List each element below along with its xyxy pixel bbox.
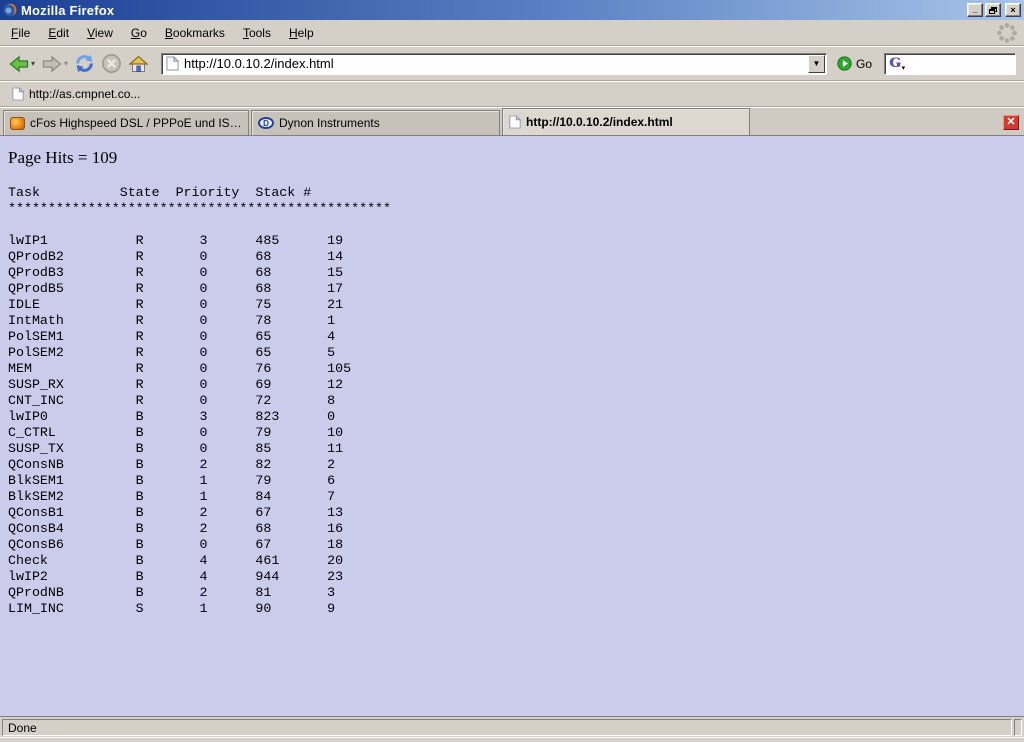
stop-icon: [101, 53, 122, 74]
close-tab-icon: ✕: [1006, 116, 1015, 128]
search-input[interactable]: G ▾: [884, 53, 1016, 75]
bookmark-label: http://as.cmpnet.co...: [29, 87, 140, 101]
home-button[interactable]: [126, 53, 151, 75]
task-table: Task State Priority Stack # ************…: [8, 185, 1024, 617]
navigation-toolbar: ▾ ▾ http://10.0.10.2/index.html ▼ Go G ▾: [0, 46, 1024, 81]
tab-label: Dynon Instruments: [279, 116, 380, 130]
tab-index-html-active[interactable]: http://10.0.10.2/index.html: [502, 108, 750, 135]
page-icon: [509, 115, 521, 129]
stop-button[interactable]: [99, 51, 124, 76]
menu-file[interactable]: File: [2, 23, 39, 43]
page-icon: [12, 87, 24, 101]
menu-view[interactable]: View: [78, 23, 122, 43]
restore-icon: [989, 7, 997, 14]
resize-grip[interactable]: [1014, 719, 1022, 736]
bookmark-item[interactable]: http://as.cmpnet.co...: [8, 85, 144, 103]
back-icon: [8, 55, 30, 73]
url-input[interactable]: http://10.0.10.2/index.html: [184, 56, 826, 71]
go-button[interactable]: Go: [833, 54, 876, 73]
minimize-icon: _: [972, 5, 977, 14]
page-content: Page Hits = 109 Task State Priority Stac…: [0, 136, 1024, 716]
forward-dropdown-icon[interactable]: ▾: [64, 59, 68, 68]
go-icon: [837, 56, 852, 71]
back-button[interactable]: ▾: [6, 53, 37, 75]
minimize-button[interactable]: _: [967, 3, 983, 17]
title-bar[interactable]: Mozilla Firefox _ ×: [0, 0, 1024, 20]
throbber-icon: [996, 22, 1018, 44]
status-bar: Done: [0, 716, 1024, 737]
firefox-window: Mozilla Firefox _ × File Edit View Go Bo…: [0, 0, 1024, 742]
page-hits-text: Page Hits = 109: [8, 148, 1024, 168]
tab-cfos[interactable]: cFos Highspeed DSL / PPPoE und ISDN CAP.…: [3, 110, 249, 135]
back-dropdown-icon[interactable]: ▾: [31, 59, 35, 68]
status-text: Done: [8, 721, 37, 735]
forward-icon: [41, 55, 63, 73]
menu-tools[interactable]: Tools: [234, 23, 280, 43]
menu-help[interactable]: Help: [280, 23, 323, 43]
reload-button[interactable]: [72, 51, 97, 76]
menu-bar: File Edit View Go Bookmarks Tools Help: [0, 20, 1024, 46]
close-button[interactable]: ×: [1005, 3, 1021, 17]
tab-bar: cFos Highspeed DSL / PPPoE und ISDN CAP.…: [0, 107, 1024, 136]
page-icon: [166, 56, 179, 71]
menu-bookmarks[interactable]: Bookmarks: [156, 23, 234, 43]
url-bar[interactable]: http://10.0.10.2/index.html ▼: [161, 53, 827, 75]
firefox-logo-icon: [3, 3, 17, 17]
bookmarks-toolbar: http://as.cmpnet.co...: [0, 81, 1024, 107]
menu-go[interactable]: Go: [122, 23, 156, 43]
url-dropdown-button[interactable]: ▼: [808, 55, 825, 73]
search-engine-dropdown-icon[interactable]: ▾: [902, 64, 906, 72]
close-icon: ×: [1010, 6, 1015, 15]
tab-dynon[interactable]: D Dynon Instruments: [251, 110, 500, 135]
google-icon: G: [889, 56, 901, 71]
menu-edit[interactable]: Edit: [39, 23, 78, 43]
cfos-favicon-icon: [10, 117, 25, 130]
go-label: Go: [856, 57, 872, 71]
forward-button[interactable]: ▾: [39, 53, 70, 75]
window-title: Mozilla Firefox: [21, 3, 114, 18]
home-icon: [128, 55, 149, 73]
tab-label: http://10.0.10.2/index.html: [526, 115, 673, 129]
dynon-favicon-icon: D: [258, 117, 274, 129]
window-bottom-border: [0, 737, 1024, 742]
tab-label: cFos Highspeed DSL / PPPoE und ISDN CAP.…: [30, 116, 242, 130]
restore-button[interactable]: [985, 3, 1001, 17]
status-panel: Done: [2, 719, 1012, 736]
reload-icon: [74, 53, 95, 74]
close-tab-button[interactable]: ✕: [1003, 115, 1019, 130]
